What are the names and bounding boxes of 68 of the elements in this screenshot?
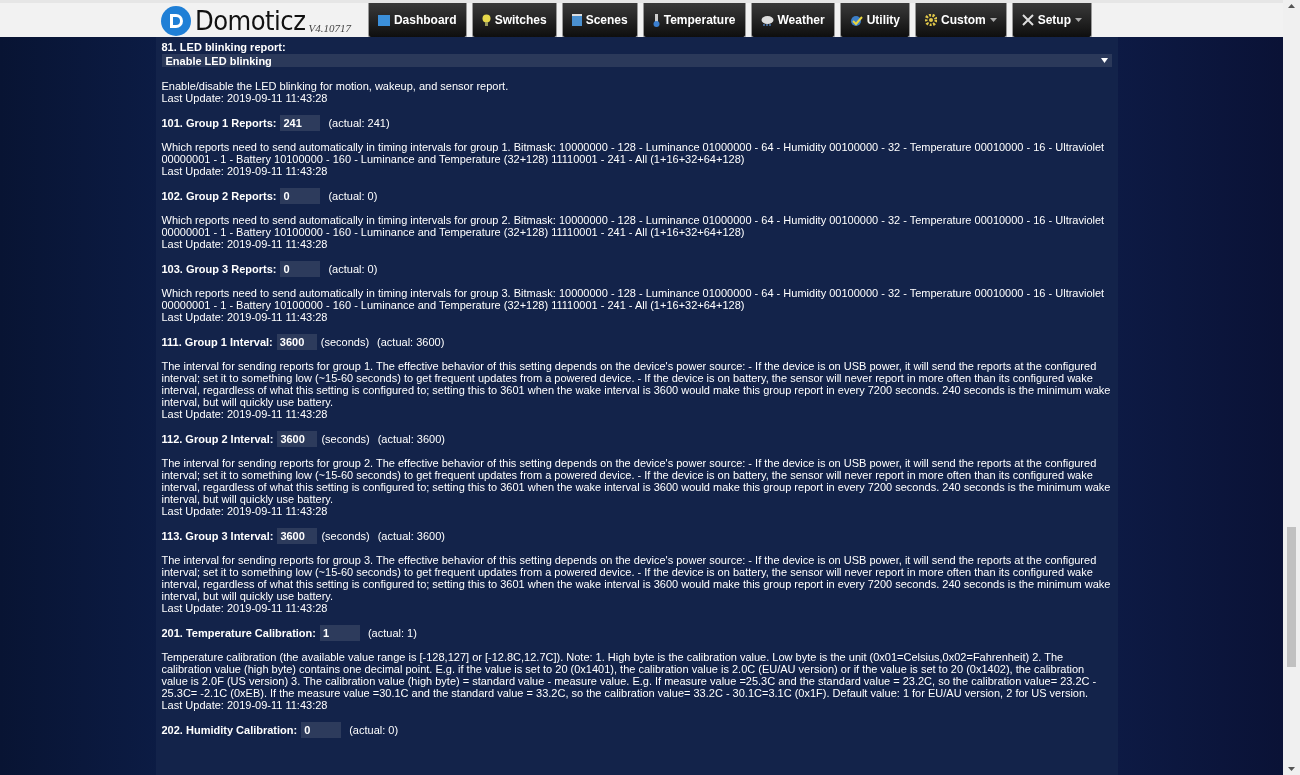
nav-tab[interactable]: Weather bbox=[750, 3, 835, 38]
checkmark-icon bbox=[849, 14, 863, 26]
actual-value: (actual: 3600) bbox=[377, 336, 445, 348]
last-update-text: Last Update: 2019-09-11 11:43:28 bbox=[161, 602, 329, 614]
parameter-description: The interval for sending reports for group 1. The effective behavior of this setting depends on the device's power source: - If the device is on USB power, it will send the reports at the configured interval; set it to something low (~15-60 seconds) to get frequent updates from a powered device. - If the device is on battery, the sensor will never report in more often than its configured wake interval, regardless of what this setting is configured to; setting this to 3601 when the wake interval is 3600 would make this group report in every 7200 seconds. 240 seconds is the minimum wake interval, but will quickly use battery. bbox=[161, 360, 1112, 408]
clapperboard-icon bbox=[571, 14, 582, 26]
last-update-text: Last Update: 2019-09-11 11:43:28 bbox=[161, 92, 329, 104]
actual-value: (actual: 0) bbox=[349, 724, 399, 736]
actual-value: (actual: 3600) bbox=[377, 433, 445, 445]
nav-tab[interactable]: Scenes bbox=[561, 3, 638, 38]
parameter-title: 111. Group 1 Interval: bbox=[161, 336, 273, 348]
bulb-icon bbox=[481, 14, 491, 26]
input-field[interactable]: 1 bbox=[319, 625, 360, 641]
logo-icon bbox=[160, 5, 192, 37]
actual-value: (actual: 3600) bbox=[377, 530, 445, 542]
parameter-description: The interval for sending reports for group 2. The effective behavior of this setting depends on the device's power source: - If the device is on USB power, it will send the reports at the configured interval; set it to something low (~15-60 seconds) to get frequent updates from a powered device. - If the device is on battery, the sensor will never report in more often than its configured wake interval, regardless of what this setting is configured to; setting this to 3601 when the wake interval is 3600 would make this group report in every 7200 seconds. 240 seconds is the minimum wake interval, but will quickly use battery. bbox=[161, 457, 1112, 505]
parameter-title: 81. LED blinking report: bbox=[161, 41, 286, 53]
input-field[interactable]: 0 bbox=[280, 261, 321, 277]
nav-tab[interactable]: Utility bbox=[839, 3, 910, 38]
dropdown-field[interactable]: Enable LED blinking bbox=[161, 54, 1112, 67]
unit-text: (seconds) bbox=[321, 433, 370, 445]
nav-tab[interactable]: Temperature bbox=[642, 3, 746, 38]
cloud-icon bbox=[760, 14, 774, 26]
actual-value: (actual: 1) bbox=[367, 627, 417, 639]
version-text: V4.10717 bbox=[308, 22, 351, 34]
nav-tab[interactable]: Setup bbox=[1011, 3, 1092, 38]
parameter-description: Temperature calibration (the available value range is [-128,127] or [-12.8C,12.7C]). Note: 1. High byte is the calibration value. Low byte is the unit (0x01=Celsius,0x02=Fahrenheit) 2. The calibration value (high byte) contains one decimal point. E.g. if the value is set to 20 (0x1401), the calibration value is 2.0C (EU/AU version) or if the value is set to 20 (0x1402), the calibration value is 2.0F (US version) 3. The calibration value (high byte) = standard value - measure value. E.g. If measure value =25.3C and the standard value = 23.2C, so the calibration value= 23.2C - 25.3C= -2.1C (0xEB). If the measure value =30.1C and the standard value = 33.2C, so the calibration value= 33.2C - 30.1C=3.1C (0x1F). Default value: 1 for EU/AU version, 2 for US version. bbox=[161, 651, 1098, 699]
unit-text: (seconds) bbox=[321, 530, 370, 542]
parameter-title: 101. Group 1 Reports: bbox=[161, 117, 277, 129]
last-update-text: Last Update: 2019-09-11 11:43:28 bbox=[161, 699, 329, 711]
last-update-text: Last Update: 2019-09-11 11:43:28 bbox=[161, 165, 329, 177]
scrollbar-thumb[interactable] bbox=[1287, 527, 1296, 667]
actual-value: (actual: 0) bbox=[328, 190, 378, 202]
dropdown-arrow-icon bbox=[1100, 58, 1108, 63]
logo-text: Domoticz bbox=[195, 5, 306, 37]
parameter-description: The interval for sending reports for group 3. The effective behavior of this setting depends on the device's power source: - If the device is on USB power, it will send the reports at the configured interval; set it to something low (~15-60 seconds) to get frequent updates from a powered device. - If the device is on battery, the sensor will never report in more often than its configured wake interval, regardless of what this setting is configured to; setting this to 3601 when the wake interval is 3600 would make this group report in every 7200 seconds. 240 seconds is the minimum wake interval, but will quickly use battery. bbox=[161, 554, 1112, 602]
dashboard-icon bbox=[377, 14, 390, 26]
unit-text: (seconds) bbox=[320, 336, 370, 348]
parameter-title: 202. Humidity Calibration: bbox=[161, 724, 298, 736]
tools-icon bbox=[1021, 14, 1034, 26]
scroll-down-icon[interactable] bbox=[1288, 767, 1295, 771]
parameter-description: Which reports need to send automatically in timing intervals for group 1. Bitmask: 10000000 - 128 - Luminance 01000000 - 64 - Humidity 00100000 - 32 - Temperature 00010000 - 16 - Ultraviolet 00000001 - 1 - Battery 10100000 - 160 - Luminance and Temperature (32+128) 11110001 - 241 - All (1+16+32+64+128) bbox=[161, 141, 1106, 165]
scroll-up-icon[interactable] bbox=[1288, 4, 1295, 8]
actual-value: (actual: 0) bbox=[328, 263, 378, 275]
parameter-title: 103. Group 3 Reports: bbox=[161, 263, 277, 275]
last-update-text: Last Update: 2019-09-11 11:43:28 bbox=[161, 311, 329, 323]
parameter-description: Enable/disable the LED blinking for motion, wakeup, and sensor report. bbox=[161, 80, 510, 92]
input-field[interactable]: 3600 bbox=[277, 431, 318, 447]
parameter-title: 102. Group 2 Reports: bbox=[161, 190, 277, 202]
last-update-text: Last Update: 2019-09-11 11:43:28 bbox=[161, 408, 329, 420]
parameter-title: 113. Group 3 Interval: bbox=[161, 530, 274, 542]
parameter-description: Which reports need to send automatically in timing intervals for group 2. Bitmask: 10000000 - 128 - Luminance 01000000 - 64 - Humidity 00100000 - 32 - Temperature 00010000 - 16 - Ultraviolet 00000001 - 1 - Battery 10100000 - 160 - Luminance and Temperature (32+128) 11110001 - 241 - All (1+16+32+64+128) bbox=[161, 214, 1106, 238]
last-update-text: Last Update: 2019-09-11 11:43:28 bbox=[161, 238, 329, 250]
input-field[interactable]: 0 bbox=[301, 722, 342, 738]
actual-value: (actual: 241) bbox=[328, 117, 390, 129]
nav-tab[interactable]: Custom bbox=[915, 3, 1007, 38]
nav-tab[interactable]: Dashboard bbox=[367, 3, 467, 38]
nav-tab[interactable]: Switches bbox=[471, 3, 557, 38]
gear-icon bbox=[925, 14, 937, 26]
input-field[interactable]: 3600 bbox=[276, 334, 317, 350]
parameter-title: 201. Temperature Calibration: bbox=[161, 627, 316, 639]
input-field[interactable]: 3600 bbox=[277, 528, 318, 544]
parameter-title: 112. Group 2 Interval: bbox=[161, 433, 274, 445]
input-field[interactable]: 0 bbox=[280, 188, 321, 204]
parameter-description: Which reports need to send automatically in timing intervals for group 3. Bitmask: 10000000 - 128 - Luminance 01000000 - 64 - Humidity 00100000 - 32 - Temperature 00010000 - 16 - Ultraviolet 00000001 - 1 - Battery 10100000 - 160 - Luminance and Temperature (32+128) 11110001 - 241 - All (1+16+32+64+128) bbox=[161, 287, 1106, 311]
input-field[interactable]: 241 bbox=[280, 115, 321, 131]
last-update-text: Last Update: 2019-09-11 11:43:28 bbox=[161, 505, 329, 517]
thermometer-icon bbox=[652, 13, 660, 27]
